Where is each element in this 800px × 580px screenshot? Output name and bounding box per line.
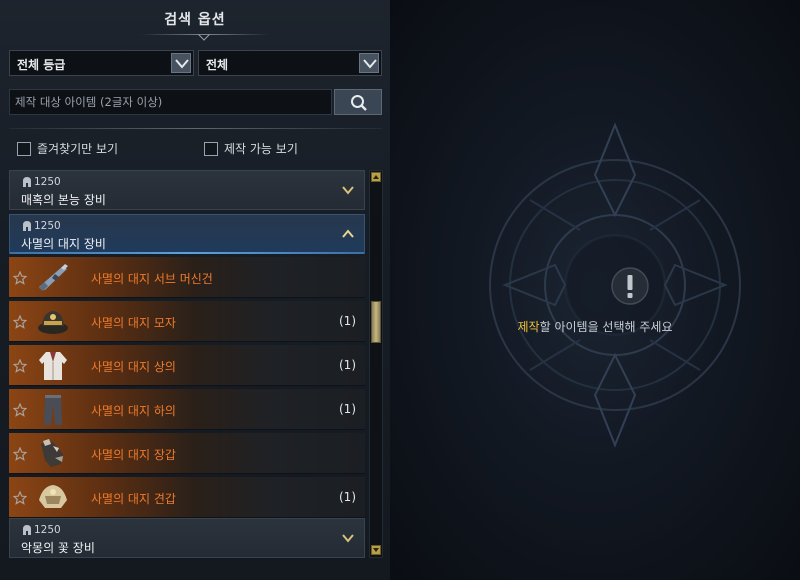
group-name: 악몽의 꽃 장비	[21, 541, 95, 555]
item-name: 사멸의 대지 모자	[91, 316, 176, 330]
craft-detail-panel: 제작할 아이템을 선택해 주세요	[390, 0, 800, 580]
recipe-list: 1250 매혹의 본능 장비 1250 사멸의 대지 장비 사멸의 대지 서브 …	[9, 170, 365, 560]
group-header[interactable]: 1250 악몽의 꽃 장비	[9, 518, 365, 558]
chevron-down-icon[interactable]	[359, 53, 379, 73]
arrow-down-icon	[373, 548, 379, 552]
favorites-only-checkbox[interactable]: 즐겨찾기만 보기	[17, 142, 118, 158]
group-header-expanded[interactable]: 1250 사멸의 대지 장비	[9, 214, 365, 254]
item-level-value: 1250	[34, 176, 61, 188]
search-input[interactable]	[9, 89, 332, 115]
item-level-value: 1250	[34, 220, 61, 232]
gloves-icon	[41, 439, 63, 467]
item-level: 1250	[22, 176, 61, 188]
group-name: 사멸의 대지 장비	[21, 237, 106, 251]
helmet-icon	[23, 221, 31, 231]
star-icon[interactable]	[13, 403, 27, 417]
recipe-item[interactable]: 사멸의 대지 상의 (1)	[9, 345, 365, 386]
message-text: 할 아이템을 선택해 주세요	[539, 320, 673, 334]
empty-state-message: 제작할 아이템을 선택해 주세요	[390, 318, 800, 335]
hat-icon	[38, 311, 68, 334]
message-highlight: 제작	[517, 320, 540, 334]
submachine-gun-icon	[39, 264, 68, 291]
pants-icon	[44, 395, 62, 425]
recipe-item[interactable]: 사멸의 대지 장갑	[9, 433, 365, 474]
grade-select[interactable]: 전체 등급	[9, 50, 194, 76]
item-count: (1)	[339, 490, 356, 504]
star-icon[interactable]	[13, 315, 27, 329]
scroll-down-button[interactable]	[371, 545, 381, 555]
item-count: (1)	[339, 358, 356, 372]
filter-divider	[9, 128, 382, 129]
item-name: 사멸의 대지 서브 머신건	[91, 272, 213, 286]
search-icon	[351, 95, 367, 111]
checkbox-box[interactable]	[17, 142, 31, 156]
panel-title: 검색 옵션	[164, 12, 226, 28]
item-level: 1250	[22, 220, 61, 232]
helmet-icon	[23, 525, 31, 535]
shoulder-armor-icon	[39, 485, 67, 508]
recipe-item[interactable]: 사멸의 대지 견갑 (1)	[9, 477, 365, 518]
craftable-only-checkbox[interactable]: 제작 가능 보기	[204, 142, 298, 158]
star-icon[interactable]	[13, 359, 27, 373]
star-icon[interactable]	[13, 491, 27, 505]
panel-header: 검색 옵션	[0, 0, 390, 41]
category-select-value: 전체	[206, 58, 229, 72]
group-header[interactable]: 1250 매혹의 본능 장비	[9, 170, 365, 210]
search-button[interactable]	[334, 89, 382, 115]
chevron-down-icon[interactable]	[171, 53, 191, 73]
craftable-only-label: 제작 가능 보기	[224, 142, 298, 156]
item-name: 사멸의 대지 하의	[91, 404, 176, 418]
arrow-up-icon	[373, 175, 379, 179]
item-count: (1)	[339, 314, 356, 328]
chevron-down-icon	[342, 534, 354, 543]
scroll-thumb[interactable]	[371, 301, 381, 343]
search-options-panel: 검색 옵션 전체 등급 전체 즐겨찾기만 보기 제작 가능 보기	[0, 0, 390, 580]
chevron-up-icon	[342, 229, 354, 238]
header-notch	[198, 29, 210, 41]
recipe-item[interactable]: 사멸의 대지 모자 (1)	[9, 301, 365, 342]
list-scrollbar[interactable]	[369, 170, 383, 558]
item-level-value: 1250	[34, 524, 61, 536]
chevron-down-icon	[342, 186, 354, 195]
recipe-item[interactable]: 사멸의 대지 서브 머신건	[9, 257, 365, 298]
grade-select-value: 전체 등급	[17, 58, 66, 72]
recipe-item[interactable]: 사멸의 대지 하의 (1)	[9, 389, 365, 430]
star-icon[interactable]	[13, 271, 27, 285]
helmet-icon	[23, 177, 31, 187]
item-level: 1250	[22, 524, 61, 536]
alert-icon	[611, 267, 649, 305]
item-name: 사멸의 대지 상의	[91, 360, 176, 374]
favorites-only-label: 즐겨찾기만 보기	[37, 142, 119, 156]
scroll-up-button[interactable]	[371, 172, 381, 182]
item-count: (1)	[339, 402, 356, 416]
item-name: 사멸의 대지 견갑	[91, 492, 176, 506]
category-select[interactable]: 전체	[198, 50, 382, 76]
coat-icon	[39, 352, 67, 380]
item-name: 사멸의 대지 장갑	[91, 448, 176, 462]
star-icon[interactable]	[13, 447, 27, 461]
group-name: 매혹의 본능 장비	[21, 193, 106, 207]
checkbox-box[interactable]	[204, 142, 218, 156]
